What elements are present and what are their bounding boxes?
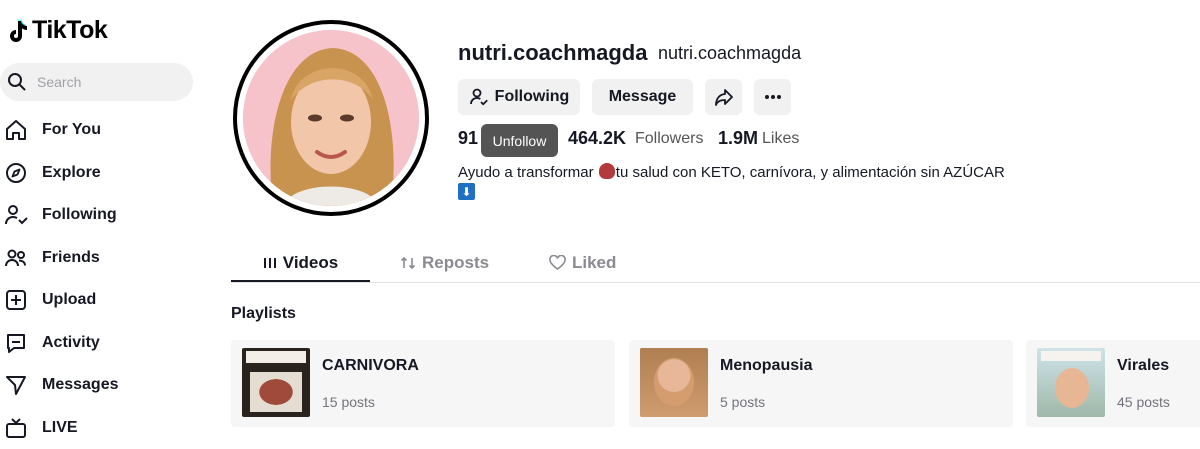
tiktok-logo[interactable]: TikTok [6, 16, 107, 45]
compass-icon [0, 157, 32, 189]
home-icon [0, 114, 32, 146]
sidebar-item-label: Messages [42, 376, 119, 394]
sidebar-nav: For You Explore Following Friends Upload… [0, 109, 210, 449]
live-icon [0, 412, 32, 444]
grid-icon [263, 256, 277, 270]
sidebar-item-explore[interactable]: Explore [0, 152, 210, 195]
repost-icon [400, 255, 416, 271]
tiktok-note-icon [6, 19, 28, 43]
playlist-count: 15 posts [322, 394, 375, 410]
messages-icon [0, 369, 32, 401]
tab-label: Liked [572, 253, 616, 273]
search-box[interactable] [0, 63, 193, 101]
tab-reposts[interactable]: Reposts [400, 246, 489, 280]
search-input[interactable] [35, 73, 179, 91]
playlist-thumbnail [242, 348, 310, 417]
sidebar-item-label: Friends [42, 249, 100, 267]
followers-count[interactable]: 464.2K [568, 128, 626, 149]
sidebar-item-label: Following [42, 206, 117, 224]
sidebar-item-label: Upload [42, 291, 96, 309]
sidebar-item-label: LIVE [42, 419, 78, 437]
playlist-card[interactable]: Menopausia 5 posts [629, 340, 1013, 427]
share-button[interactable] [705, 79, 742, 115]
tab-label: Videos [283, 253, 338, 273]
devil-emoji-icon [599, 163, 615, 179]
following-button[interactable]: Following [458, 79, 580, 115]
sidebar-item-for-you[interactable]: For You [0, 109, 210, 152]
share-icon [714, 87, 734, 107]
playlists-title: Playlists [231, 305, 296, 323]
more-dots-icon [764, 94, 782, 100]
tab-videos[interactable]: Videos [231, 246, 370, 280]
search-icon [7, 72, 27, 92]
sidebar-item-label: Activity [42, 334, 100, 352]
friends-icon [0, 242, 32, 274]
playlist-card[interactable]: CARNIVORA 15 posts [231, 340, 615, 427]
sidebar-item-live[interactable]: LIVE [0, 407, 210, 449]
likes-label: Likes [762, 130, 799, 148]
sidebar-item-upload[interactable]: Upload [0, 279, 210, 322]
playlist-card[interactable]: Virales 45 posts [1026, 340, 1200, 427]
activity-icon [0, 327, 32, 359]
sidebar-item-label: Explore [42, 164, 101, 182]
message-button[interactable]: Message [592, 79, 693, 115]
bio-text-start: Ayudo a transformar [458, 164, 598, 181]
sidebar-item-activity[interactable]: Activity [0, 322, 210, 365]
sidebar-item-label: For You [42, 121, 101, 139]
following-icon [0, 199, 32, 231]
avatar-portrait [243, 30, 419, 206]
message-button-label: Message [609, 88, 677, 106]
tab-liked[interactable]: Liked [549, 246, 616, 280]
upload-icon [0, 284, 32, 316]
followers-label: Followers [635, 130, 703, 148]
avatar[interactable] [243, 30, 419, 206]
playlist-count: 45 posts [1117, 394, 1170, 410]
profile-nickname: nutri.coachmagda [658, 43, 801, 64]
heart-icon [549, 255, 566, 271]
sidebar-item-following[interactable]: Following [0, 194, 210, 237]
profile-tabs: Videos Reposts Liked [231, 246, 1200, 283]
likes-count: 1.9M [718, 128, 758, 149]
sidebar-item-messages[interactable]: Messages [0, 364, 210, 407]
playlist-count: 5 posts [720, 394, 765, 410]
following-count[interactable]: 91 [458, 128, 478, 149]
playlist-name: CARNIVORA [322, 357, 419, 375]
playlist-thumbnail [640, 348, 708, 417]
following-button-label: Following [495, 88, 570, 106]
following-user-icon [469, 87, 489, 107]
profile-bio: Ayudo a transformar tu salud con KETO, c… [458, 162, 1058, 184]
brand-name: TikTok [32, 16, 107, 45]
tab-label: Reposts [422, 253, 489, 273]
playlist-name: Menopausia [720, 357, 812, 375]
profile-username: nutri.coachmagda [458, 40, 647, 66]
more-button[interactable] [754, 79, 791, 115]
playlist-thumbnail [1037, 348, 1105, 417]
playlist-name: Virales [1117, 357, 1169, 375]
down-arrow-emoji-icon: ⬇ [458, 183, 475, 200]
sidebar-item-friends[interactable]: Friends [0, 237, 210, 280]
bio-text-end: tu salud con KETO, carnívora, y alimenta… [616, 164, 1005, 181]
unfollow-tooltip[interactable]: Unfollow [481, 124, 558, 157]
active-tab-indicator [231, 280, 370, 282]
